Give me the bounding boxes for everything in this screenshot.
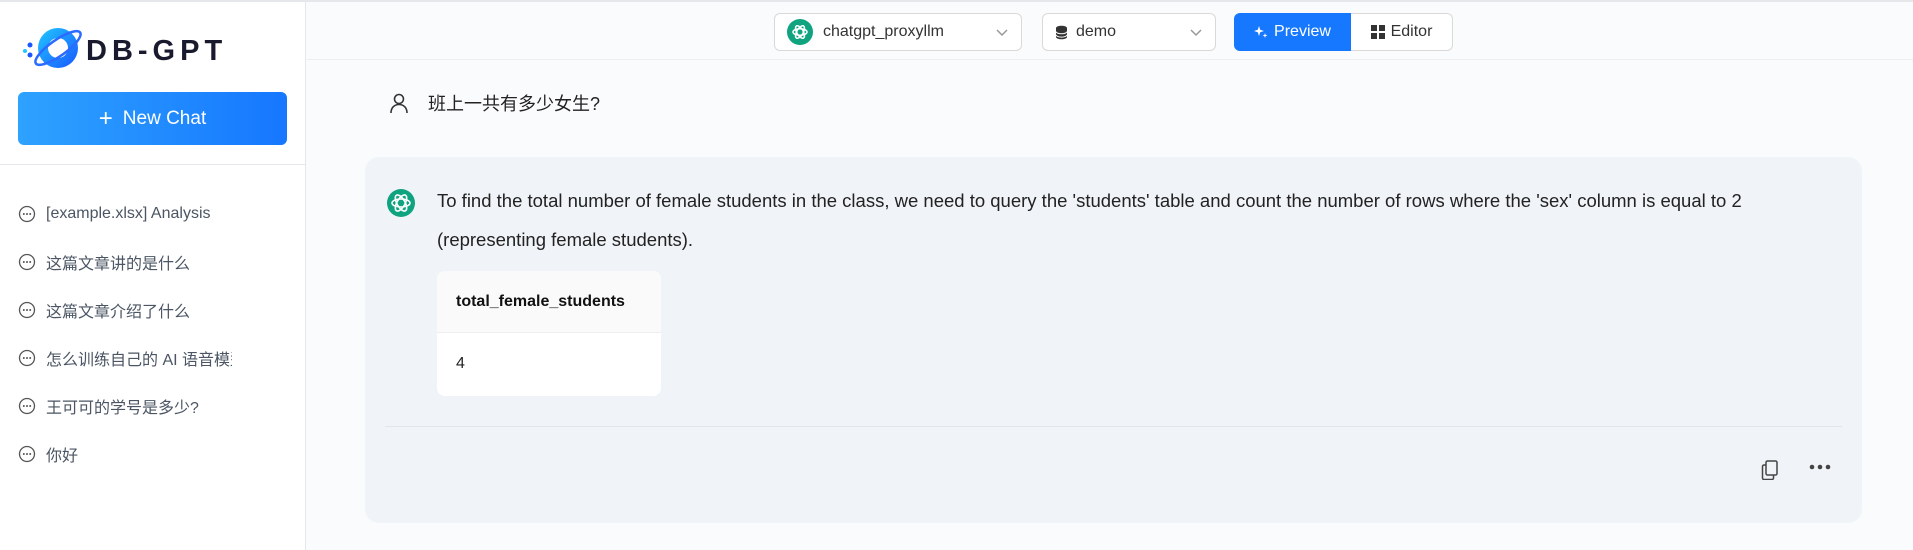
user-question-text: 班上一共有多少女生?	[428, 94, 601, 114]
table-header-cell: total_female_students	[437, 271, 661, 333]
preview-label: Preview	[1274, 23, 1331, 40]
sparkle-icon	[1254, 26, 1268, 38]
openai-icon	[387, 189, 415, 217]
new-chat-button[interactable]: + New Chat	[18, 92, 287, 145]
history-item[interactable]: 王可可的学号是多少?	[18, 382, 288, 430]
history-item[interactable]: [example.xlsx] Analysis	[18, 190, 288, 238]
history-item-label: 这篇文章讲的是什么	[46, 256, 191, 273]
chevron-down-icon	[1190, 29, 1202, 37]
assistant-message: To find the total number of female stude…	[365, 157, 1862, 523]
chat-bubble-icon	[18, 397, 36, 415]
user-icon	[390, 93, 408, 114]
model-select[interactable]: chatgpt_proxyllm	[774, 13, 1022, 51]
database-select[interactable]: demo	[1042, 13, 1216, 51]
chat-bubble-icon	[18, 253, 36, 271]
history-item[interactable]: 这篇文章讲的是什么	[18, 238, 288, 286]
database-select-value: demo	[1076, 23, 1117, 40]
history-item-label: [example.xlsx] Analysis	[46, 205, 211, 222]
preview-button[interactable]: Preview	[1234, 13, 1351, 51]
history-item[interactable]: 怎么训练自己的 AI 语音模型	[18, 334, 288, 382]
history-item-label: 王可可的学号是多少?	[46, 400, 199, 417]
user-message: 班上一共有多少女生?	[388, 90, 600, 116]
new-chat-label: New Chat	[122, 107, 207, 129]
database-icon	[1055, 25, 1068, 39]
chat-bubble-icon	[18, 205, 36, 223]
history-item-label: 怎么训练自己的 AI 语音模型	[46, 352, 232, 369]
chat-history-list: [example.xlsx] Analysis 这篇文章讲的是什么 这篇文章介绍…	[18, 190, 288, 478]
chat-bubble-icon	[18, 445, 36, 463]
history-item[interactable]: 你好	[18, 430, 288, 478]
chat-bubble-icon	[18, 349, 36, 367]
chevron-down-icon	[996, 29, 1008, 37]
plus-icon: +	[98, 104, 113, 132]
copy-icon[interactable]	[1761, 460, 1779, 480]
svg-text:DB-GPT: DB-GPT	[86, 35, 227, 67]
history-item-label: 这篇文章介绍了什么	[46, 304, 191, 321]
assistant-answer-text: To find the total number of female stude…	[437, 190, 1742, 250]
editor-button[interactable]: Editor	[1351, 13, 1453, 51]
model-select-value: chatgpt_proxyllm	[823, 23, 944, 40]
top-toolbar: chatgpt_proxyllm demo Preview Editor	[307, 2, 1913, 60]
sidebar: DB-GPT + New Chat [example.xlsx] Analysi…	[0, 2, 306, 550]
sidebar-divider	[0, 164, 306, 165]
more-options-icon[interactable]	[1808, 463, 1832, 471]
table-cell: 4	[456, 355, 465, 372]
db-gpt-logo[interactable]: DB-GPT	[18, 20, 288, 76]
history-item-label: 你好	[46, 448, 79, 465]
editor-label: Editor	[1390, 23, 1433, 40]
grid-icon	[1370, 25, 1385, 39]
chat-bubble-icon	[18, 301, 36, 319]
history-item[interactable]: 这篇文章介绍了什么	[18, 286, 288, 334]
result-table: total_female_students 4	[437, 271, 661, 396]
openai-icon	[787, 19, 813, 45]
message-divider	[385, 426, 1842, 427]
